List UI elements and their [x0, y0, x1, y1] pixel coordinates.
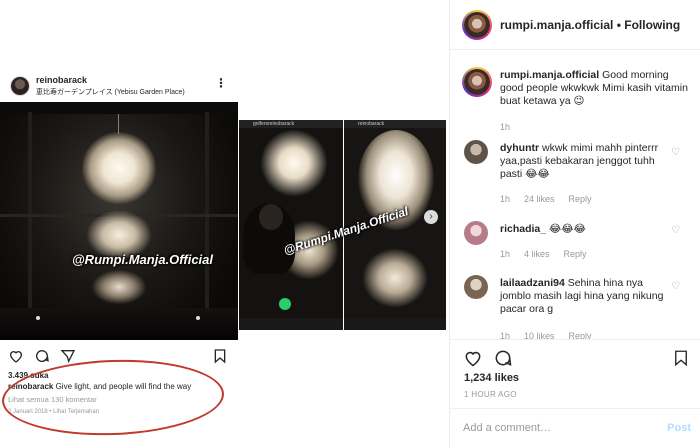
- more-options-icon: ⋮: [215, 76, 227, 90]
- like-count[interactable]: 1,234 likes: [464, 372, 519, 384]
- comment-icon: [36, 350, 49, 362]
- post-timestamp: 1 HOUR AGO: [464, 390, 517, 399]
- post-detail-panel: rumpi.manja.official • Following rumpi.m…: [449, 0, 700, 448]
- post-button[interactable]: Post: [667, 422, 691, 434]
- post-header: rumpi.manja.official • Following: [450, 0, 700, 50]
- heart-icon[interactable]: ♡: [671, 225, 681, 236]
- bookmark-icon: [214, 349, 226, 364]
- avatar[interactable]: [464, 221, 488, 245]
- story-footer: [239, 318, 343, 330]
- comment-text: dyhuntr wkwk mimi mahh pinterrr yaa,past…: [500, 142, 670, 181]
- bookmark-icon[interactable]: [672, 348, 690, 368]
- comment-username[interactable]: dyhuntr: [500, 142, 539, 154]
- post-media[interactable]: reinobarack 恵比寿ガーデンプレイス (Yebisu Garden P…: [0, 0, 449, 448]
- comment-input[interactable]: [463, 422, 643, 434]
- story-username: golfersreinobarack: [253, 121, 295, 127]
- comment-time: 1h: [500, 249, 511, 259]
- comment-body: 😂😂😂: [546, 223, 586, 235]
- add-comment-bar: Post: [450, 408, 700, 448]
- avatar[interactable]: [462, 10, 492, 40]
- embedded-username: reinobarack: [36, 75, 88, 85]
- comment-icon[interactable]: [493, 348, 513, 368]
- story-screenshot-left: golfersreinobarack: [239, 120, 343, 330]
- embedded-post-header: reinobarack 恵比寿ガーデンプレイス (Yebisu Garden P…: [6, 74, 236, 102]
- comment-username[interactable]: lailaadzani94: [500, 277, 565, 289]
- share-icon: [60, 350, 76, 364]
- watermark-text: @Rumpi.Manja.Official: [72, 252, 214, 267]
- heart-icon[interactable]: ♡: [671, 281, 681, 292]
- reply-button[interactable]: Reply: [564, 249, 587, 259]
- story-username: reinobarack: [358, 121, 385, 127]
- comment-likes[interactable]: 4 likes: [524, 249, 550, 259]
- caption-username[interactable]: rumpi.manja.official: [500, 69, 599, 81]
- comment-text: lailaadzani94 Sehina hina nya jomblo mas…: [500, 277, 670, 316]
- comment-meta: 1h 10 likes Reply: [500, 331, 606, 339]
- heart-icon[interactable]: [463, 348, 483, 368]
- following-button[interactable]: Following: [624, 18, 680, 32]
- header-user-line: rumpi.manja.official • Following: [500, 18, 680, 32]
- caption-time-text: 1h: [500, 122, 511, 132]
- avatar: [10, 76, 30, 96]
- reply-button[interactable]: Reply: [569, 331, 592, 339]
- caption-time: 1h: [500, 122, 524, 132]
- heart-icon[interactable]: ♡: [671, 147, 681, 158]
- story-header: golfersreinobarack: [239, 120, 343, 128]
- comments-list[interactable]: rumpi.manja.official Good morning good p…: [450, 51, 700, 339]
- separator: •: [613, 18, 625, 32]
- story-footer: [344, 318, 446, 330]
- chandelier-photo: @Rumpi.Manja.Official: [0, 102, 238, 340]
- comment-text: richadia_ 😂😂😂: [500, 223, 670, 236]
- comment-meta: 1h 24 likes Reply: [500, 194, 606, 204]
- avatar[interactable]: [464, 140, 488, 164]
- avatar[interactable]: [462, 67, 492, 97]
- header-username[interactable]: rumpi.manja.official: [500, 18, 613, 32]
- comment-likes[interactable]: 24 likes: [524, 194, 555, 204]
- action-bar: [450, 339, 700, 375]
- next-arrow-icon[interactable]: ›: [424, 210, 438, 224]
- avatar[interactable]: [464, 275, 488, 299]
- instagram-post-view: reinobarack 恵比寿ガーデンプレイス (Yebisu Garden P…: [0, 0, 700, 448]
- caption-text: rumpi.manja.official Good morning good p…: [500, 69, 690, 108]
- reply-button[interactable]: Reply: [569, 194, 592, 204]
- embedded-post-screenshot: reinobarack 恵比寿ガーデンプレイス (Yebisu Garden P…: [0, 70, 240, 448]
- story-header: reinobarack: [344, 120, 446, 128]
- heart-icon: [9, 351, 23, 363]
- comment-meta: 1h 4 likes Reply: [500, 249, 601, 259]
- comment-time: 1h: [500, 194, 511, 204]
- comment-time: 1h: [500, 331, 511, 339]
- comment-username[interactable]: richadia_: [500, 223, 546, 235]
- comment-likes[interactable]: 10 likes: [524, 331, 555, 339]
- embedded-location: 恵比寿ガーデンプレイス (Yebisu Garden Place): [36, 89, 185, 96]
- red-annotation-circle: [0, 356, 226, 439]
